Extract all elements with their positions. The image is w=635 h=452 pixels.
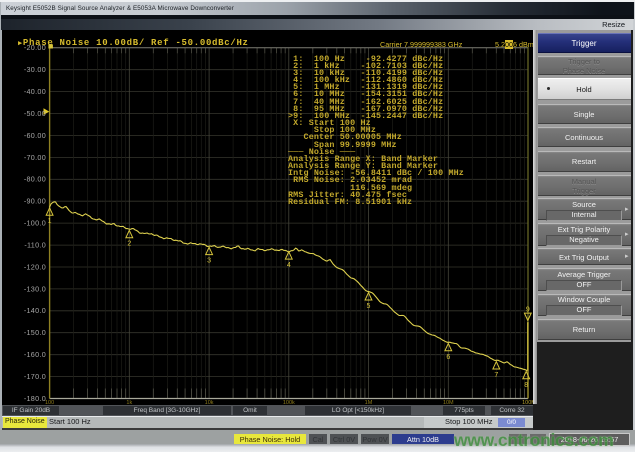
svg-text:-30.00: -30.00 — [24, 65, 46, 74]
svg-text:-110.0: -110.0 — [24, 241, 46, 250]
svg-text:8: 8 — [524, 382, 528, 389]
svg-text:9: 9 — [526, 306, 530, 313]
svg-text:6: 6 — [446, 354, 450, 361]
svg-text:-60.00: -60.00 — [24, 131, 46, 140]
svg-text:-180.0: -180.0 — [24, 394, 46, 403]
svg-text:-80.00: -80.00 — [24, 175, 46, 184]
svg-text:-130.0: -130.0 — [24, 284, 46, 293]
svg-text:7: 7 — [494, 372, 498, 379]
svg-text:-70.00: -70.00 — [24, 153, 46, 162]
svg-text:-20.00: -20.00 — [24, 43, 46, 52]
svg-text:-100.0: -100.0 — [24, 219, 46, 228]
svg-text:4: 4 — [287, 262, 291, 269]
svg-text:-160.0: -160.0 — [24, 350, 46, 359]
svg-text:-120.0: -120.0 — [24, 262, 46, 271]
svg-text:5: 5 — [367, 303, 371, 310]
svg-text:-40.00: -40.00 — [24, 87, 46, 96]
svg-text:-140.0: -140.0 — [24, 306, 46, 315]
svg-text:-170.0: -170.0 — [24, 372, 46, 381]
svg-text:-90.00: -90.00 — [24, 197, 46, 206]
svg-text:3: 3 — [207, 258, 211, 265]
svg-text:-150.0: -150.0 — [24, 328, 46, 337]
svg-text:1: 1 — [48, 218, 52, 225]
svg-text:2: 2 — [127, 241, 131, 248]
svg-text:-50.00: -50.00 — [24, 109, 46, 118]
